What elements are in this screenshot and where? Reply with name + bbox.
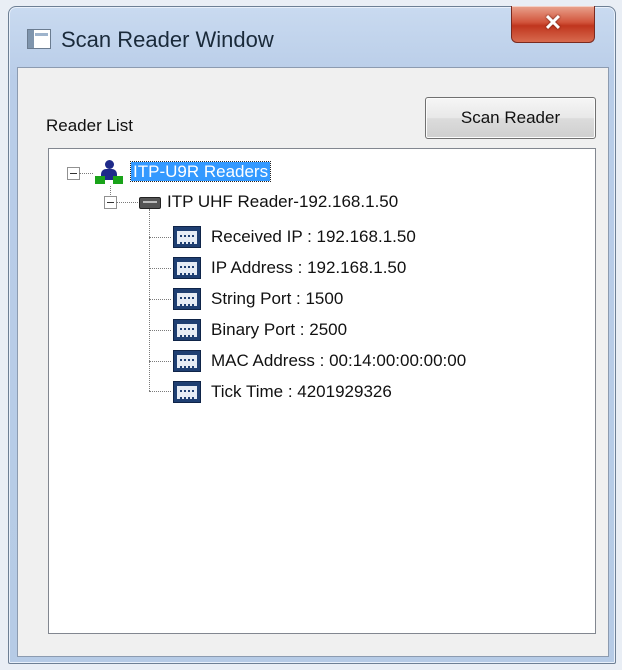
property-icon xyxy=(173,350,201,372)
tree-detail-mac-address[interactable]: MAC Address : 00:14:00:00:00:00 xyxy=(211,351,466,371)
tree-root-label: ITP-U9R Readers xyxy=(129,161,272,182)
tree-connector xyxy=(79,173,93,174)
tree-connector xyxy=(149,299,171,300)
tree-reader-node[interactable]: ITP UHF Reader-192.168.1.50 xyxy=(167,192,398,212)
readers-group-icon xyxy=(95,160,123,186)
tree-detail-ip-address[interactable]: IP Address : 192.168.1.50 xyxy=(211,258,406,278)
tree-connector xyxy=(116,202,138,203)
tree-connector xyxy=(149,361,171,362)
tree-connector xyxy=(149,268,171,269)
tree-root-node[interactable]: ITP-U9R Readers xyxy=(129,161,272,182)
close-button[interactable]: ✕ xyxy=(511,6,595,43)
title-bar[interactable]: Scan Reader Window ✕ xyxy=(9,6,615,73)
property-icon xyxy=(173,381,201,403)
tree-connector xyxy=(149,330,171,331)
reader-list-label: Reader List xyxy=(46,116,133,135)
tree-connector xyxy=(149,391,171,392)
window-title: Scan Reader Window xyxy=(61,27,274,52)
property-icon xyxy=(173,257,201,279)
close-icon: ✕ xyxy=(543,10,563,35)
tree-detail-string-port[interactable]: String Port : 1500 xyxy=(211,289,343,309)
reader-tree[interactable]: ITP-U9R Readers ITP UHF Reader-192.168.1… xyxy=(48,148,596,634)
tree-connector xyxy=(149,237,171,238)
reader-device-icon xyxy=(139,197,161,209)
scan-reader-button[interactable]: Scan Reader xyxy=(425,97,596,139)
tree-detail-tick-time[interactable]: Tick Time : 4201929326 xyxy=(211,382,392,402)
property-icon xyxy=(173,288,201,310)
tree-detail-received-ip[interactable]: Received IP : 192.168.1.50 xyxy=(211,227,416,247)
property-icon xyxy=(173,319,201,341)
tree-detail-binary-port[interactable]: Binary Port : 2500 xyxy=(211,320,347,340)
window-app-icon xyxy=(27,29,51,49)
property-icon xyxy=(173,226,201,248)
